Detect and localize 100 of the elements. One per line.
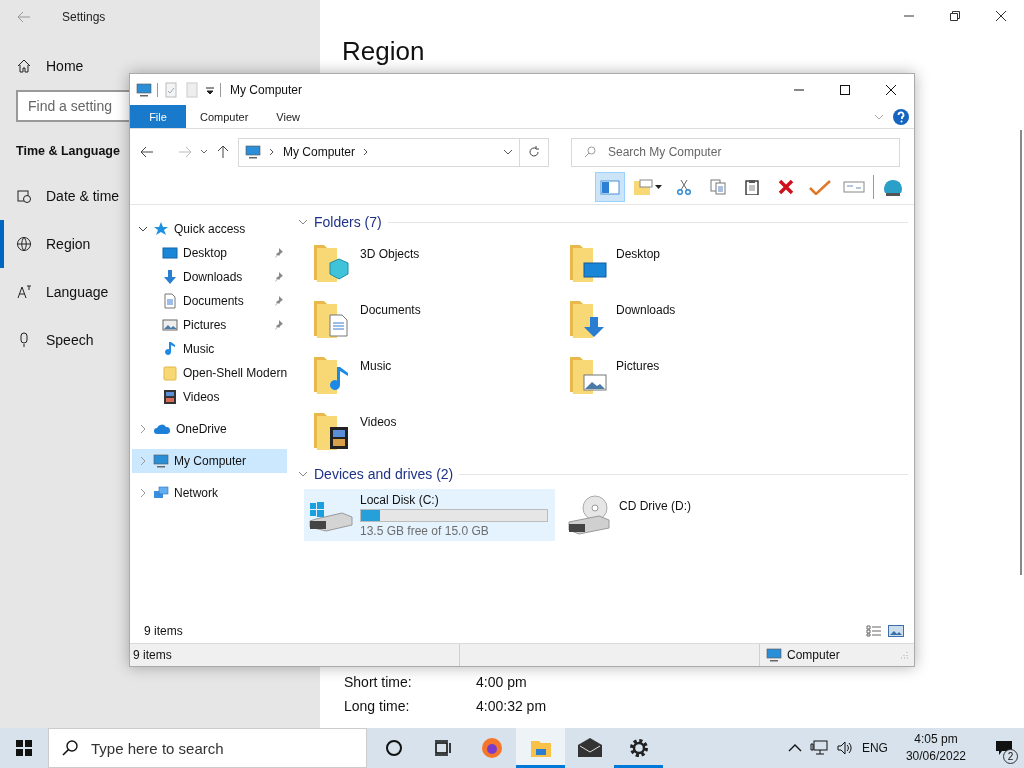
folder-item[interactable]: Downloads	[568, 293, 824, 349]
computer-icon	[153, 453, 169, 469]
section-title: Time & Language	[16, 144, 120, 158]
caret-icon	[654, 184, 662, 189]
down-arrow-icon	[162, 269, 178, 285]
free-space-text: 13.5 GB free of 15.0 GB	[360, 524, 490, 538]
details-view-icon[interactable]	[866, 625, 882, 637]
globe-icon	[16, 236, 32, 252]
tree-item[interactable]: Network	[132, 481, 287, 505]
clock[interactable]: 4:05 pm 30/06/2022	[895, 731, 976, 765]
tree-item[interactable]: Downloads	[132, 265, 287, 289]
item-count: 9 items	[144, 624, 183, 638]
help-icon[interactable]	[892, 107, 910, 126]
close-icon	[996, 11, 1006, 21]
chevron-down-icon	[138, 224, 148, 234]
chevron-down-icon[interactable]	[298, 469, 308, 479]
chevron-down-icon[interactable]	[298, 217, 308, 227]
network-icon[interactable]	[809, 740, 828, 756]
film-icon	[162, 389, 178, 405]
folder-item[interactable]: Desktop	[568, 237, 824, 293]
toolbar-button[interactable]	[595, 171, 625, 202]
tree-item[interactable]: Pictures	[132, 313, 287, 337]
windows-logo-icon	[16, 740, 32, 756]
status-text: 9 items	[133, 648, 172, 662]
clipboard-icon	[744, 178, 760, 195]
nav-item[interactable]: Region	[0, 220, 91, 268]
computer-icon	[136, 81, 152, 98]
check-icon	[809, 178, 831, 195]
window-title: Settings	[62, 10, 106, 24]
group-header[interactable]: Devices and drives (2)	[314, 466, 454, 482]
notification-count: 2	[1003, 749, 1018, 764]
folder-item[interactable]: Documents	[312, 293, 568, 349]
task-view-icon	[433, 739, 452, 757]
mail-icon	[576, 737, 603, 759]
back-arrow-icon[interactable]	[140, 145, 154, 159]
notification-button[interactable]: 2	[984, 728, 1024, 768]
chevron-right-icon	[138, 488, 148, 498]
caret-up-icon[interactable]	[787, 743, 802, 753]
nav-item[interactable]: Language	[0, 268, 109, 316]
chevron-down-icon	[503, 147, 513, 157]
field-value: 4:00:32 pm	[476, 698, 548, 714]
large-icons-view-icon[interactable]	[888, 625, 904, 637]
picture-icon	[162, 317, 178, 333]
chevron-right-icon	[363, 148, 370, 156]
field-value: 4:00 pm	[476, 674, 528, 690]
folder-item[interactable]: Music	[312, 349, 568, 405]
tree-item[interactable]: Quick access	[132, 217, 287, 241]
delete-icon	[778, 178, 794, 195]
preview-pane-icon	[600, 178, 620, 195]
ribbon-tab[interactable]: View	[262, 105, 314, 128]
computer-icon	[245, 144, 261, 160]
restore-icon	[950, 11, 960, 21]
maximize-icon	[840, 84, 850, 95]
tree-item[interactable]: Music	[132, 337, 287, 361]
group-header[interactable]: Folders (7)	[314, 214, 382, 230]
home-link[interactable]: Home	[16, 58, 320, 74]
scissors-icon	[676, 178, 692, 195]
window-title: My Computer	[230, 82, 303, 97]
field-label: Long time:	[344, 698, 411, 714]
refresh-button[interactable]	[520, 137, 549, 167]
folder-item[interactable]: Pictures	[568, 349, 824, 405]
tree-item[interactable]: Open-Shell Modern	[132, 361, 287, 385]
chevron-down-icon[interactable]	[200, 148, 208, 156]
resize-grip-icon	[900, 651, 908, 659]
new-item-icon	[632, 178, 653, 195]
tree-item[interactable]: OneDrive	[132, 417, 287, 441]
language-indicator[interactable]: ENG	[861, 741, 888, 755]
language-icon	[16, 284, 32, 300]
chevron-right-icon	[138, 424, 148, 434]
drive-item[interactable]: CD Drive (D:)	[563, 489, 814, 541]
copy-icon	[710, 178, 726, 195]
pin-icon	[273, 272, 283, 282]
tree-item[interactable]: My Computer	[132, 449, 287, 473]
gear-icon	[627, 737, 650, 759]
tree-item[interactable]: Documents	[132, 289, 287, 313]
network-icon	[153, 485, 169, 501]
home-icon	[16, 58, 32, 74]
search-field[interactable]: Search My Computer	[571, 137, 900, 167]
search-field[interactable]: Type here to search	[48, 728, 367, 768]
breadcrumb[interactable]: My Computer	[283, 145, 356, 159]
file-menu-button[interactable]: File	[130, 105, 186, 128]
pin-icon	[273, 248, 283, 258]
card-icon	[843, 178, 865, 195]
music-note-icon	[162, 341, 178, 357]
tree-item[interactable]: Videos	[132, 385, 287, 409]
folder-item[interactable]: 3D Objects	[312, 237, 568, 293]
address-field[interactable]: My Computer	[238, 137, 520, 167]
computer-icon	[766, 647, 782, 663]
folder-item[interactable]: Videos	[312, 405, 568, 461]
nav-item[interactable]: Speech	[0, 316, 94, 364]
pin-icon	[273, 296, 283, 306]
star-icon	[153, 221, 169, 237]
volume-icon[interactable]	[835, 740, 854, 756]
up-arrow-icon[interactable]	[216, 145, 230, 159]
page-heading: Region	[342, 36, 425, 66]
ribbon-tab[interactable]: Computer	[186, 105, 263, 128]
drive-item[interactable]: Local Disk (C:) 13.5 GB free of 15.0 GB	[304, 489, 555, 541]
calendar-icon	[16, 188, 32, 204]
tree-item[interactable]: Desktop	[132, 241, 287, 265]
nav-item[interactable]: Date & time	[0, 172, 120, 220]
